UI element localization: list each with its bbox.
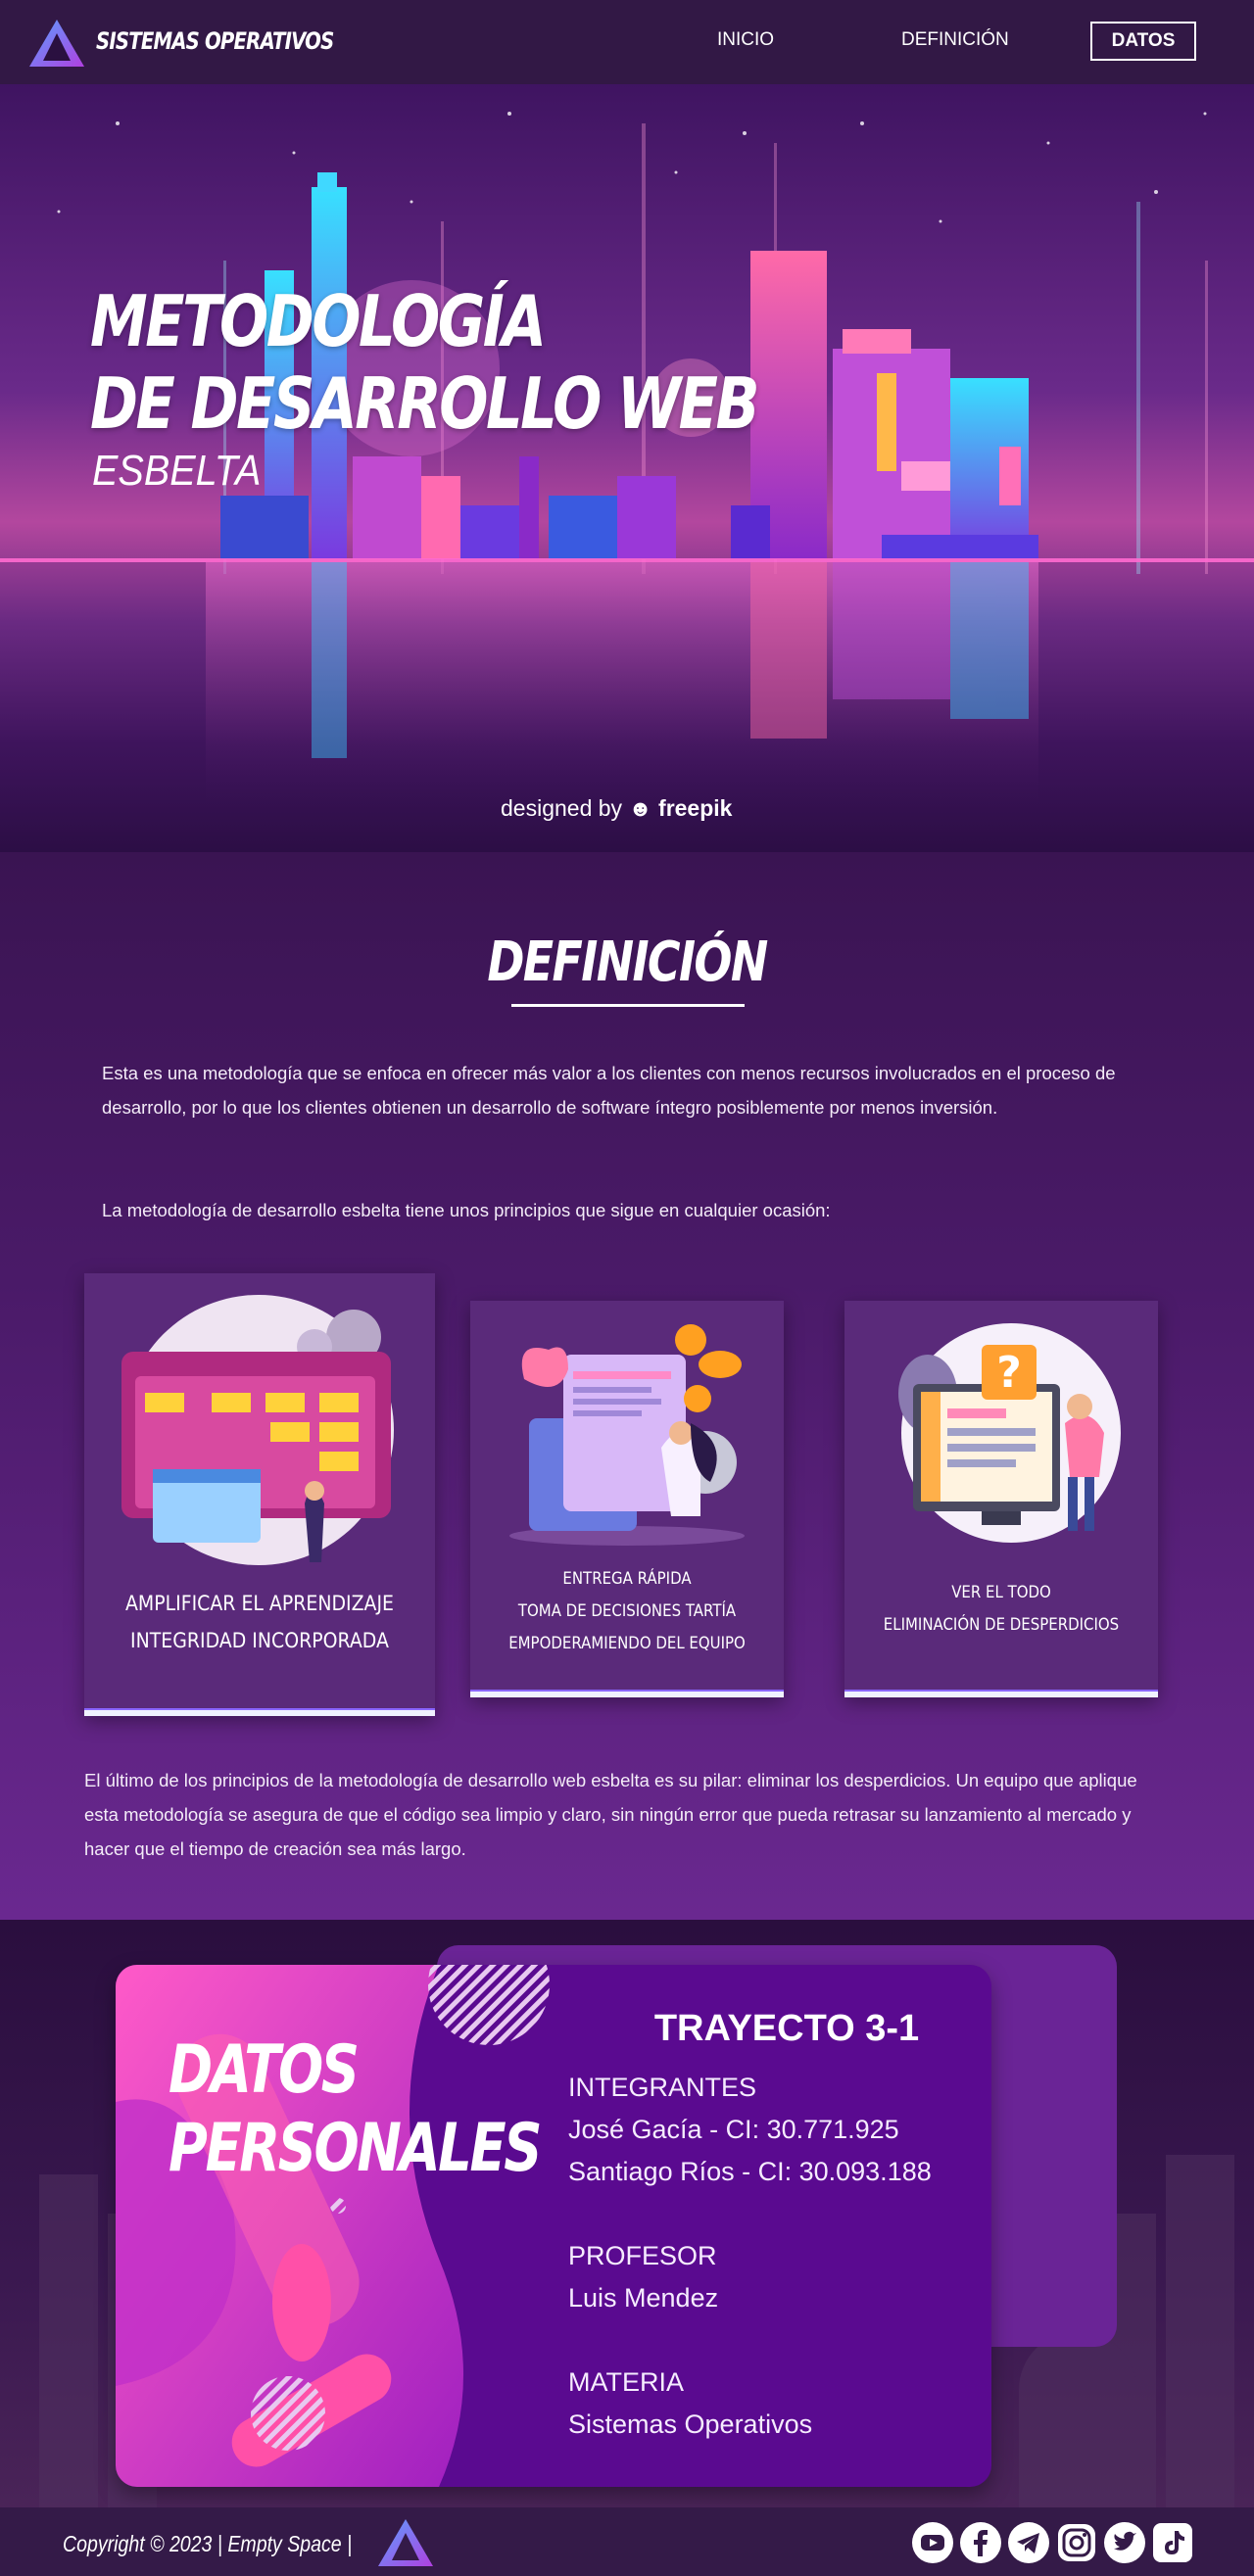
datos-section: DATOS PERSONALES TRAYECTO 3-1 INTEGRANTE… — [0, 1920, 1254, 2507]
card-2-text: ENTREGA RÁPIDA TOMA DE DECISIONES TARTÍA… — [489, 1563, 765, 1660]
definition-paragraph-1: Esta es una metodología que se enfoca en… — [102, 1063, 1116, 1118]
card-1-line-1: AMPLIFICAR EL APRENDIZAJE — [125, 1592, 394, 1615]
card-2-line-3: EMPODERAMIENDO DEL EQUIPO — [508, 1634, 746, 1653]
card-3-text: VER EL TODO ELIMINACIÓN DE DESPERDICIOS — [863, 1577, 1139, 1642]
trayecto-heading: TRAYECTO 3-1 — [653, 2008, 920, 2049]
nav-link-inicio[interactable]: INICIO — [717, 29, 774, 51]
definition-paragraph-3: El último de los principios de la metodo… — [84, 1770, 1137, 1859]
materia-label: MATERIA — [568, 2367, 685, 2397]
footer: Copyright © 2023 | Empty Space | — [0, 2507, 1254, 2576]
card-3-line-2: ELIMINACIÓN DE DESPERDICIOS — [883, 1615, 1120, 1635]
principle-card-3[interactable]: ? VER EL TODO ELIMINACIÓN DE DESPERDICIO… — [844, 1301, 1158, 1697]
freepik-credit[interactable]: designed by ☻ freepik — [501, 795, 732, 822]
svg-text:?: ? — [996, 1348, 1022, 1398]
principle-card-1[interactable]: AMPLIFICAR EL APRENDIZAJE INTEGRIDAD INC… — [84, 1273, 435, 1716]
monitor-question-illustration: ? — [898, 1323, 1121, 1543]
card-2-underline — [470, 1690, 784, 1697]
top-nav: SISTEMAS OPERATIVOS INICIO DEFINICIÓN DA… — [0, 0, 1254, 84]
integrantes-label: INTEGRANTES — [568, 2073, 757, 2102]
definition-underline — [511, 1004, 745, 1007]
copyright-text: Copyright © 2023 | Empty Space | — [63, 2531, 353, 2556]
brand-name[interactable]: SISTEMAS OPERATIVOS — [96, 27, 334, 55]
hero-title: METODOLOGÍA DE DESARROLLO WEB — [90, 280, 760, 445]
triangle-logo-icon[interactable] — [27, 16, 86, 71]
card-3-underline — [844, 1690, 1158, 1697]
integrante-2: Santiago Ríos - CI: 30.093.188 — [568, 2157, 932, 2186]
code-delivery-illustration — [509, 1324, 745, 1546]
principle-card-2[interactable]: ENTREGA RÁPIDA TOMA DE DECISIONES TARTÍA… — [470, 1301, 784, 1697]
kanban-board-illustration — [121, 1295, 394, 1565]
personal-info: INTEGRANTES José Gacía - CI: 30.771.925 … — [568, 2067, 932, 2446]
youtube-icon[interactable] — [911, 2521, 954, 2564]
nav-link-definicion[interactable]: DEFINICIÓN — [901, 29, 1009, 51]
hero-title-line1: METODOLOGÍA — [90, 280, 547, 362]
social-links — [911, 2521, 1194, 2564]
card-1-text: AMPLIFICAR EL APRENDIZAJE INTEGRIDAD INC… — [102, 1585, 417, 1659]
freepik-logo-icon: ☻ — [628, 795, 652, 821]
personal-data-card: DATOS PERSONALES TRAYECTO 3-1 INTEGRANTE… — [116, 1965, 991, 2487]
card-1-underline — [84, 1708, 435, 1716]
credit-brand: freepik — [658, 795, 733, 821]
hero-subtitle: ESBELTA — [92, 447, 262, 495]
tiktok-icon[interactable] — [1151, 2521, 1194, 2564]
profesor-label: PROFESOR — [568, 2241, 717, 2270]
credit-prefix: designed by — [501, 795, 623, 821]
materia-name: Sistemas Operativos — [568, 2409, 813, 2439]
definition-paragraph-2: La metodología de desarrollo esbelta tie… — [102, 1200, 831, 1220]
profesor-name: Luis Mendez — [568, 2283, 719, 2313]
datos-title-line1: DATOS — [169, 2031, 360, 2109]
hero-section: METODOLOGÍA DE DESARROLLO WEB ESBELTA de… — [0, 84, 1254, 852]
integrante-1: José Gacía - CI: 30.771.925 — [568, 2115, 899, 2144]
card-2-line-1: ENTREGA RÁPIDA — [562, 1569, 692, 1589]
definition-title: DEFINICIÓN — [487, 930, 768, 994]
nav-datos-button[interactable]: DATOS — [1090, 22, 1196, 61]
datos-title-line2: PERSONALES — [169, 2110, 542, 2187]
card-1-line-2: INTEGRIDAD INCORPORADA — [130, 1629, 389, 1652]
card-2-line-2: TOMA DE DECISIONES TARTÍA — [517, 1601, 737, 1621]
card-3-line-1: VER EL TODO — [951, 1583, 1051, 1602]
datos-title: DATOS PERSONALES — [169, 2031, 542, 2188]
instagram-icon[interactable] — [1055, 2521, 1098, 2564]
telegram-icon[interactable] — [1007, 2521, 1050, 2564]
definition-section: DEFINICIÓN Esta es una metodología que s… — [0, 852, 1254, 1920]
hero-title-line2: DE DESARROLLO WEB — [90, 362, 760, 445]
twitter-icon[interactable] — [1103, 2521, 1146, 2564]
facebook-icon[interactable] — [959, 2521, 1002, 2564]
footer-triangle-logo-icon[interactable] — [376, 2517, 435, 2568]
